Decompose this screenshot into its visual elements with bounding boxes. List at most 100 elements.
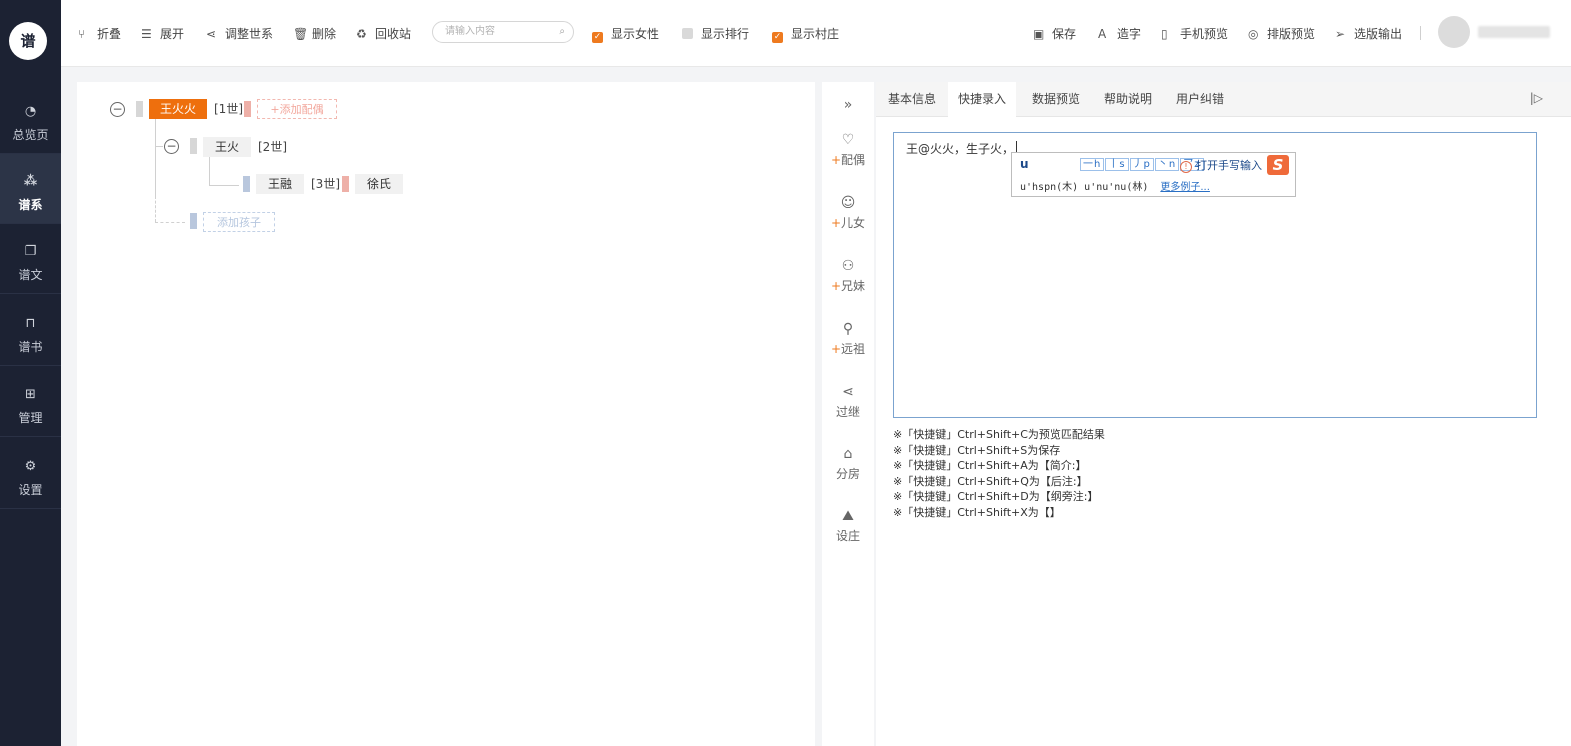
sidebar: 谱 ◔ 总览页 ⁂ 谱系 ❐ 谱文 ⊓ 谱书 ⊞ 管理 ⚙ 设置	[0, 0, 61, 746]
send-icon: ➢	[1335, 27, 1346, 41]
tab-user-correction[interactable]: 用户纠错	[1168, 82, 1232, 116]
ime-handwriting-link[interactable]: ! 打开手写输入	[1180, 157, 1262, 173]
tab-bar: 基本信息 快捷录入 数据预览 帮助说明 用户纠错 |▷	[876, 82, 1571, 117]
tree-node-spouse[interactable]: 徐氏	[355, 174, 403, 194]
add-child-tool[interactable]: ☺ +儿女	[822, 195, 874, 231]
branch-house-tool[interactable]: ⌂ 分房	[822, 446, 874, 482]
sidebar-item-manage[interactable]: ⊞ 管理	[0, 367, 61, 437]
mobile-preview-button[interactable]: ▯ 手机预览	[1161, 25, 1228, 43]
show-female-checkbox[interactable]: ✓ 显示女性	[592, 25, 659, 43]
tab-data-preview[interactable]: 数据预览	[1024, 82, 1088, 116]
toolbar-divider	[1420, 26, 1421, 40]
siblings-icon: ⚇	[841, 258, 855, 274]
tree-node-grandchild[interactable]: 王融	[256, 174, 304, 194]
layout-preview-button[interactable]: ◎ 排版预览	[1248, 25, 1315, 43]
quick-entry-textarea[interactable]: 王@火火，生子火， u 一h 丨s 丿p 丶n 乛z ! 打开手写输入 S u'hspn(…	[893, 132, 1537, 418]
hint-line: ※「快捷键」Ctrl+Shift+C为预览匹配结果	[893, 428, 1105, 441]
tree-connector	[155, 146, 163, 147]
save-icon: ▣	[1033, 27, 1045, 41]
hint-line: ※「快捷键」Ctrl+Shift+X为【】	[893, 505, 1061, 519]
show-rank-checkbox[interactable]: 显示排行	[682, 25, 749, 43]
recycle-bin-button[interactable]: ♻ 回收站	[356, 25, 411, 43]
search-input[interactable]: 请输入内容 ⌕	[432, 21, 574, 43]
panel-collapse-icon[interactable]: |▷	[1530, 91, 1543, 105]
create-char-button[interactable]: A 造字	[1098, 25, 1141, 43]
female-person-icon	[244, 101, 251, 117]
checkbox-unchecked-icon	[682, 28, 693, 39]
sidebar-item-genealogy[interactable]: ⁂ 谱系	[0, 154, 61, 224]
add-child-button[interactable]: 添加孩子	[203, 212, 275, 232]
hint-line: ※「快捷键」Ctrl+Shift+S为保存	[893, 443, 1061, 457]
spouse-icon: ♡	[841, 132, 855, 148]
sogou-logo-icon: S	[1267, 155, 1289, 175]
add-spouse-tool[interactable]: ♡ +配偶	[822, 132, 874, 168]
female-person-icon	[342, 176, 349, 192]
double-chevron-right-icon: »	[843, 97, 853, 113]
family-tree-panel: − 王火火 [1世] +添加配偶 − 王火 [2世] 王融 [3世] 徐氏 添加…	[77, 82, 815, 746]
set-village-tool[interactable]: ⛰ 设庄	[822, 508, 874, 544]
select-output-button[interactable]: ➢ 选版输出	[1335, 25, 1402, 43]
generation-label: [1世]	[214, 102, 243, 116]
add-sibling-tool[interactable]: ⚇ +兄妹	[822, 258, 874, 294]
adjust-generation-button[interactable]: ⋖ 调整世系	[206, 25, 273, 43]
hint-line: ※「快捷键」Ctrl+Shift+A为【简介:】	[893, 459, 1087, 473]
collapse-node-toggle[interactable]: −	[164, 139, 179, 154]
sidebar-item-book[interactable]: ⊓ 谱书	[0, 296, 61, 366]
eye-icon: ◎	[1248, 27, 1259, 41]
tree-connector	[209, 185, 239, 186]
tree-connector-dashed	[155, 196, 156, 222]
ime-composition: u	[1020, 157, 1029, 171]
tab-help[interactable]: 帮助说明	[1096, 82, 1160, 116]
checkbox-checked-icon: ✓	[772, 32, 783, 43]
add-spouse-button[interactable]: +添加配偶	[257, 99, 337, 119]
tree-node-root[interactable]: 王火火	[149, 99, 207, 119]
tree-node-child[interactable]: 王火	[203, 137, 251, 157]
collapse-node-toggle[interactable]: −	[110, 102, 125, 117]
hint-line: ※「快捷键」Ctrl+Shift+D为【纲旁注:】	[893, 490, 1099, 504]
pie-chart-icon: ◔	[24, 104, 37, 119]
sidebar-item-settings[interactable]: ⚙ 设置	[0, 439, 61, 509]
app-logo[interactable]: 谱	[9, 22, 47, 60]
top-toolbar: ⑂ 折叠 ☰ 展开 ⋖ 调整世系 🗑 删除 ♻ 回收站 请输入内容 ⌕ ✓ 显示女性 显示排…	[61, 0, 1571, 67]
child-icon: ☺	[840, 195, 856, 211]
expand-button[interactable]: ☰ 展开	[141, 25, 184, 43]
tab-basic-info[interactable]: 基本信息	[880, 82, 944, 116]
male-person-icon	[190, 213, 197, 229]
collapse-icon: ⑂	[78, 27, 86, 41]
detail-panel: 基本信息 快捷录入 数据预览 帮助说明 用户纠错 |▷ 王@火火，生子火， u …	[876, 82, 1571, 746]
tab-quick-entry[interactable]: 快捷录入	[948, 82, 1016, 117]
toggle-panel-button[interactable]: »	[822, 97, 874, 116]
recycle-icon: ♻	[356, 27, 367, 41]
entry-text: 王@火火，生子火，	[906, 142, 1015, 156]
gear-icon: ⚙	[24, 459, 37, 474]
ime-more-examples-link[interactable]: 更多例子...	[1160, 182, 1210, 193]
shortcut-hints: ※「快捷键」Ctrl+Shift+C为预览匹配结果 ※「快捷键」Ctrl+Shi…	[893, 427, 1105, 521]
search-icon: ⌕	[559, 26, 565, 37]
book-icon: ⊓	[25, 316, 36, 331]
tree-connector	[209, 156, 210, 186]
delete-button[interactable]: 🗑 删除	[293, 25, 336, 43]
mountain-icon: ⛰	[842, 508, 854, 524]
ime-examples: u'hspn(木) u'nu'nu(林) 更多例子...	[1020, 182, 1210, 193]
share-icon: ⋖	[206, 27, 217, 41]
sidebar-item-overview[interactable]: ◔ 总览页	[0, 84, 61, 154]
tree-connector-dashed	[155, 222, 185, 223]
show-village-checkbox[interactable]: ✓ 显示村庄	[772, 25, 839, 43]
sidebar-item-label: 管理	[18, 411, 43, 425]
ancestor-icon: ⚲	[842, 321, 854, 337]
generation-label: [3世]	[311, 177, 340, 191]
save-button[interactable]: ▣ 保存	[1033, 25, 1076, 43]
ime-candidate-popup[interactable]: u 一h 丨s 丿p 丶n 乛z ! 打开手写输入 S u'hspn(木) u'nu'nu…	[1011, 152, 1296, 197]
info-icon: !	[1180, 161, 1192, 173]
avatar[interactable]	[1438, 16, 1470, 48]
username-blurred[interactable]	[1478, 26, 1550, 38]
grid-icon: ⊞	[25, 387, 36, 402]
add-ancestor-tool[interactable]: ⚲ +远祖	[822, 321, 874, 357]
collapse-button[interactable]: ⑂ 折叠	[78, 25, 121, 43]
sidebar-item-texts[interactable]: ❐ 谱文	[0, 224, 61, 294]
phone-icon: ▯	[1161, 27, 1168, 41]
share-icon: ⋖	[842, 384, 854, 400]
adoption-tool[interactable]: ⋖ 过继	[822, 384, 874, 420]
male-person-icon	[243, 176, 250, 192]
sidebar-item-label: 谱文	[18, 268, 43, 282]
